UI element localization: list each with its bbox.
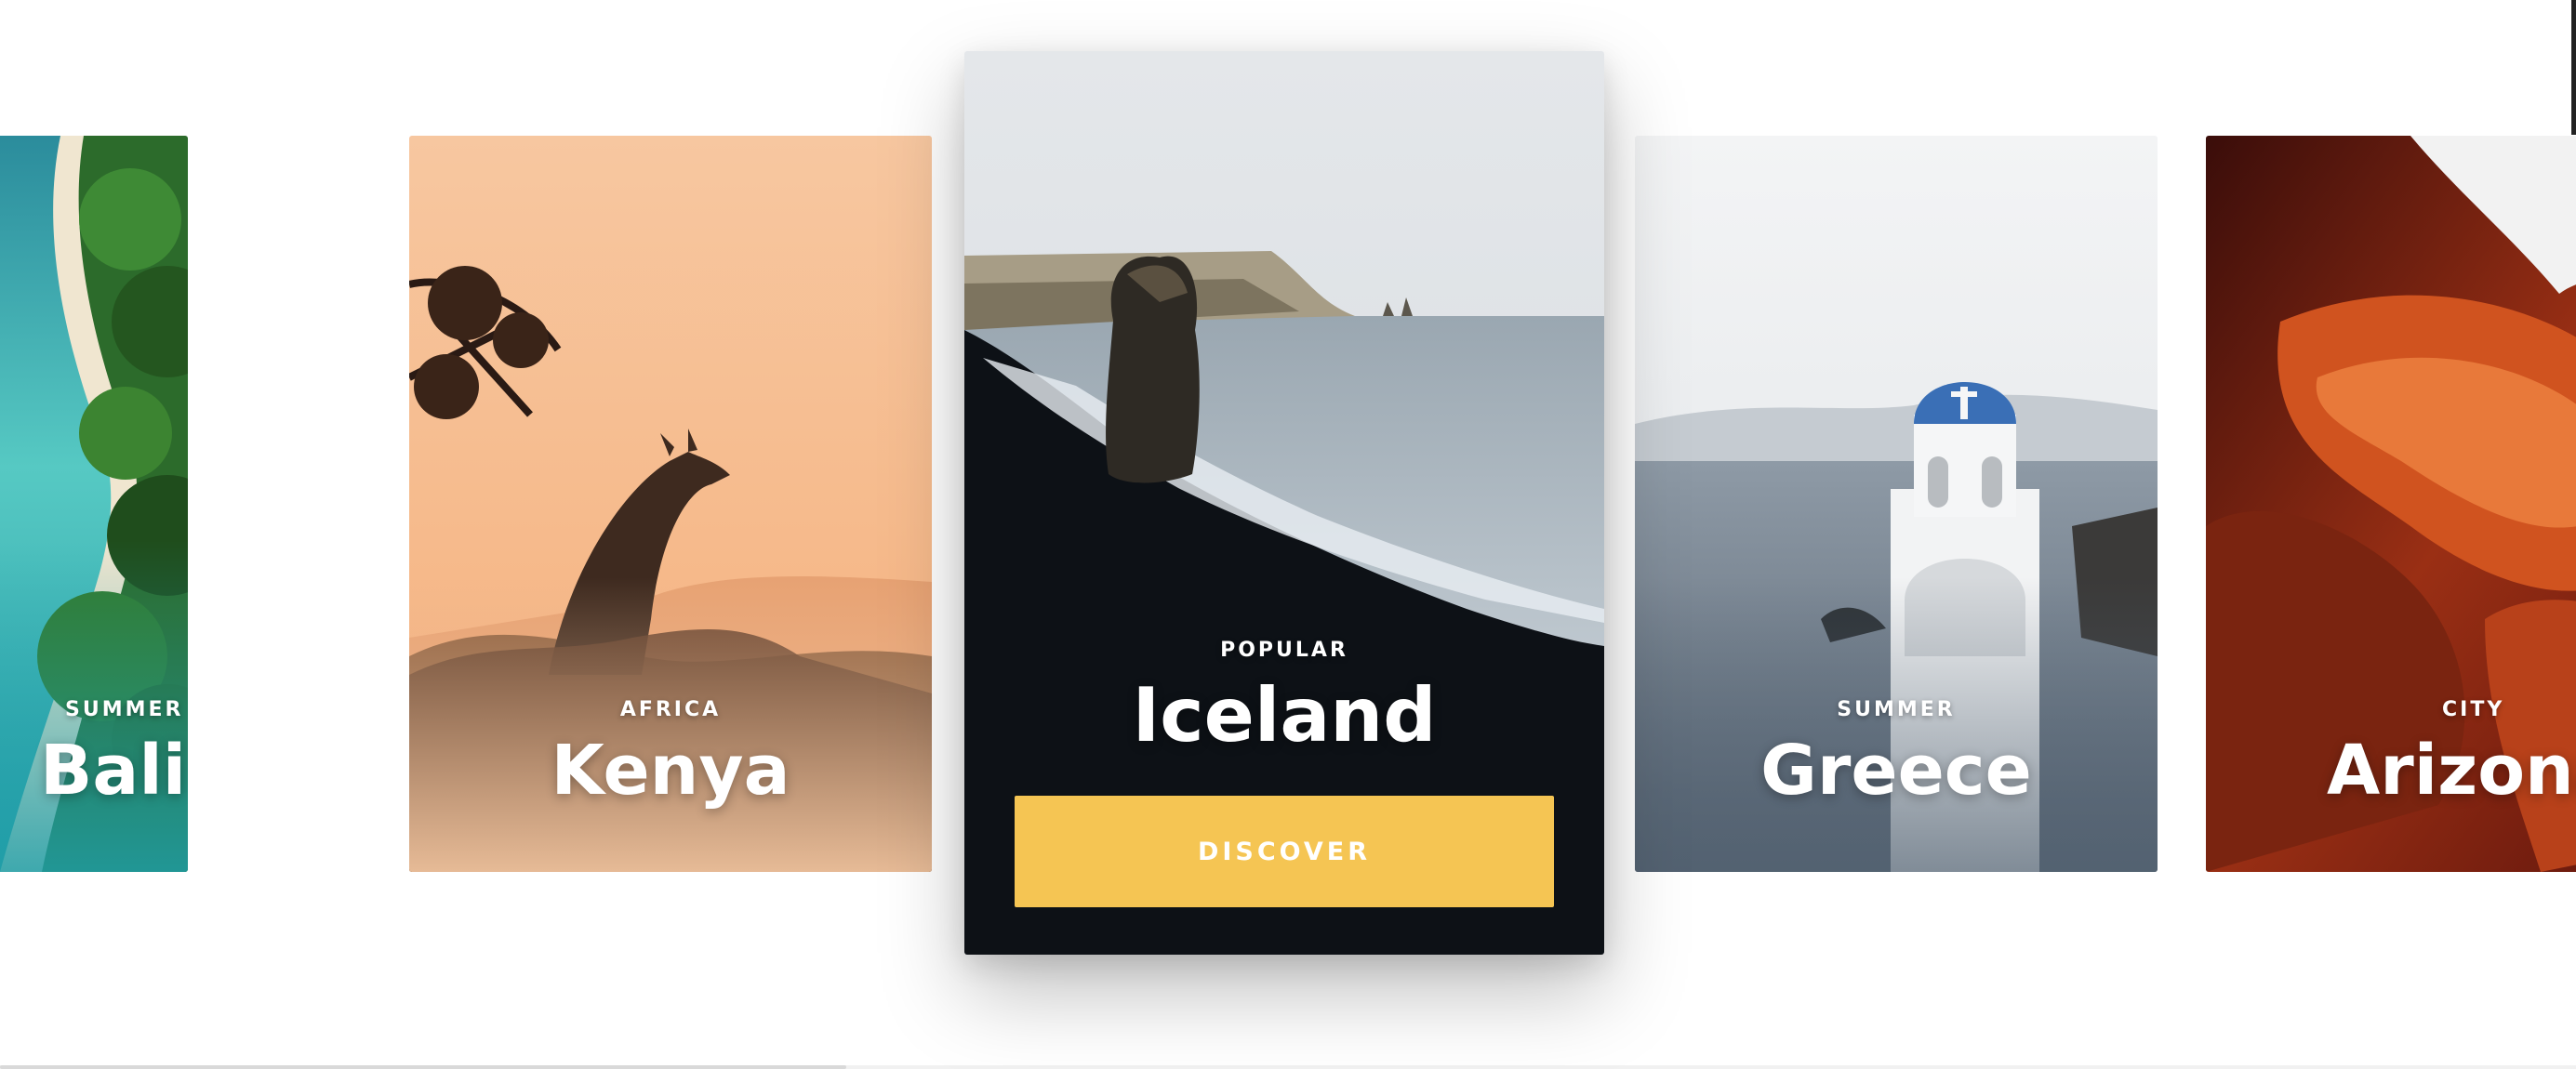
card-title: Greece bbox=[1760, 731, 2032, 811]
card-category: POPULAR bbox=[1220, 639, 1348, 662]
card-category: SUMMER bbox=[1837, 698, 1956, 721]
destination-card-iceland[interactable]: POPULAR Iceland DISCOVER bbox=[964, 51, 1604, 955]
card-title: Bali bbox=[40, 731, 187, 811]
card-title: Kenya bbox=[551, 731, 790, 811]
horizontal-scrollbar-thumb[interactable] bbox=[0, 1065, 846, 1069]
destination-card-arizona[interactable]: CITY Arizona bbox=[2206, 136, 2576, 872]
card-title: Arizona bbox=[2327, 731, 2576, 811]
discover-button[interactable]: DISCOVER bbox=[1015, 796, 1554, 907]
card-category: SUMMER bbox=[65, 698, 184, 721]
destination-card-greece[interactable]: SUMMER Greece bbox=[1635, 136, 2158, 872]
window-edge bbox=[2571, 0, 2576, 135]
card-category: CITY bbox=[2442, 698, 2505, 721]
destination-card-kenya[interactable]: AFRICA Kenya bbox=[409, 136, 932, 872]
destination-card-bali[interactable]: SUMMER Bali bbox=[0, 136, 188, 872]
card-title: Iceland bbox=[1132, 672, 1437, 759]
destination-carousel: SUMMER Bali AFRICA Kenya POPULAR Iceland… bbox=[0, 0, 2576, 1069]
card-category: AFRICA bbox=[619, 698, 722, 721]
